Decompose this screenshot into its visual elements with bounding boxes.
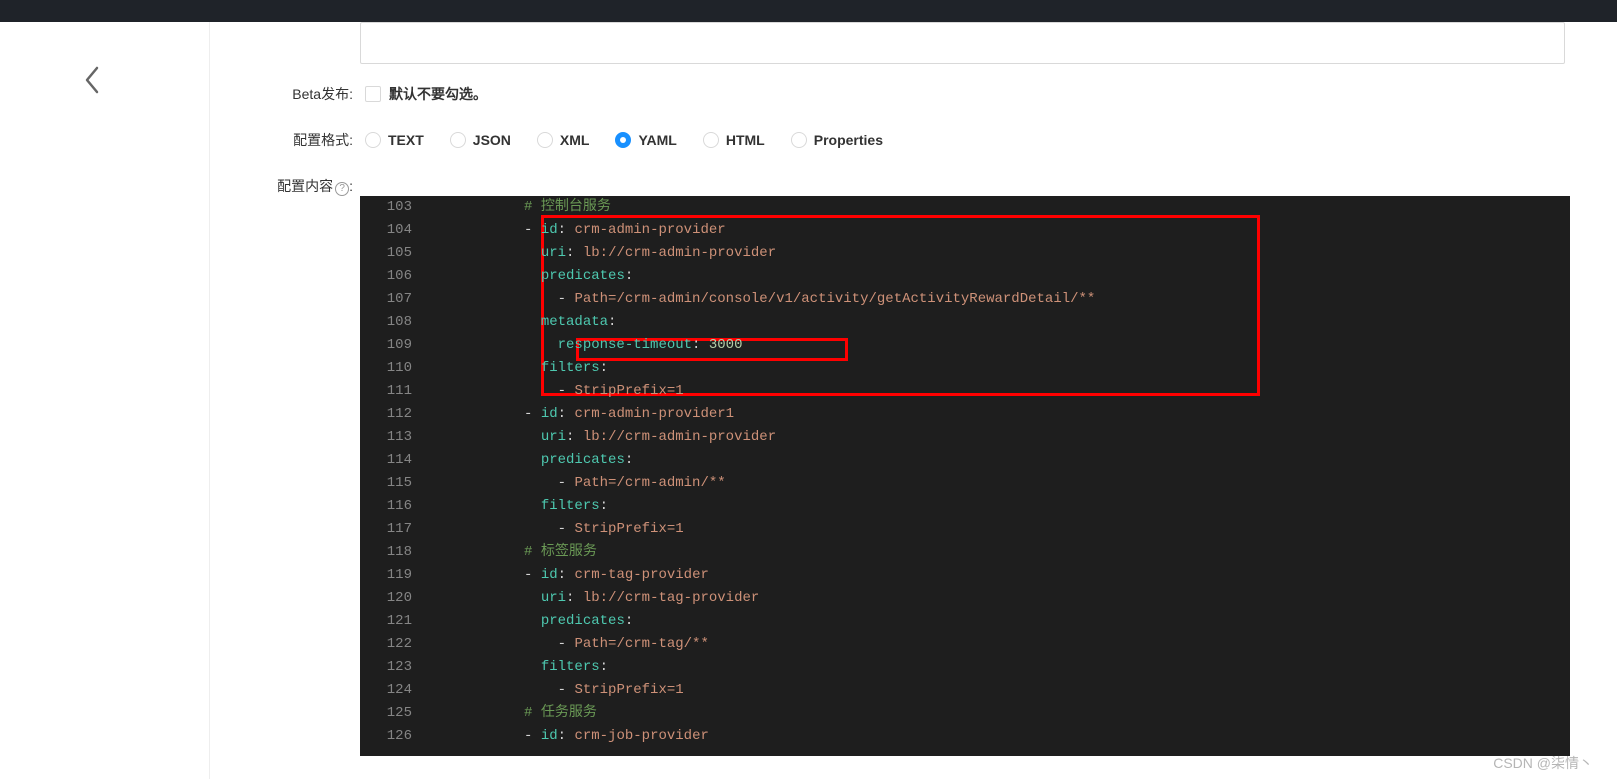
code-line[interactable]: metadata: [440,311,616,334]
code-line[interactable]: predicates: [440,265,633,288]
line-number: 126 [360,725,412,748]
description-input[interactable] [360,22,1565,64]
chevron-left-icon [82,64,102,96]
code-line[interactable]: # 标签服务 [440,541,597,564]
line-number: 119 [360,564,412,587]
code-line[interactable]: - Path=/crm-tag/** [440,633,709,656]
line-number: 115 [360,472,412,495]
line-number: 118 [360,541,412,564]
code-line[interactable]: - StripPrefix=1 [440,380,684,403]
code-line[interactable]: predicates: [440,610,633,633]
beta-publish-checkbox[interactable] [365,86,381,102]
code-line[interactable]: - id: crm-tag-provider [440,564,709,587]
line-number: 104 [360,219,412,242]
code-line[interactable]: - StripPrefix=1 [440,679,684,702]
code-editor[interactable]: 1031041051061071081091101111121131141151… [360,196,1570,756]
code-line[interactable]: uri: lb://crm-tag-provider [440,587,759,610]
config-content-label: 配置内容?: [255,176,353,196]
code-line[interactable]: - id: crm-job-provider [440,725,709,748]
line-number: 124 [360,679,412,702]
radio-icon [703,132,719,148]
config-format-row: 配置格式: TEXT JSON XML YAML HTML Properties [255,130,1565,150]
radio-icon [791,132,807,148]
line-number: 111 [360,380,412,403]
config-content-row: 配置内容?: [255,176,1565,196]
code-line[interactable]: uri: lb://crm-admin-provider [440,242,776,265]
line-number: 122 [360,633,412,656]
format-xml[interactable]: XML [537,132,590,148]
code-line[interactable]: filters: [440,656,608,679]
format-radio-group: TEXT JSON XML YAML HTML Properties [365,132,883,148]
code-line[interactable]: response-timeout: 3000 [440,334,742,357]
format-yaml[interactable]: YAML [615,132,676,148]
watermark: CSDN @柒情丶 [1493,753,1593,773]
line-number: 103 [360,196,412,219]
radio-icon [615,132,631,148]
line-number: 107 [360,288,412,311]
format-properties[interactable]: Properties [791,132,883,148]
code-line[interactable]: - id: crm-admin-provider [440,219,726,242]
line-number: 105 [360,242,412,265]
top-bar [0,0,1617,22]
radio-icon [365,132,381,148]
back-button[interactable] [82,64,102,99]
line-number: 114 [360,449,412,472]
main-content: Beta发布: 默认不要勾选。 配置格式: TEXT JSON XML YAML… [210,22,1617,779]
help-icon[interactable]: ? [335,182,349,196]
radio-icon [450,132,466,148]
format-html[interactable]: HTML [703,132,765,148]
left-sidebar [0,22,210,779]
line-number: 116 [360,495,412,518]
code-line[interactable]: uri: lb://crm-admin-provider [440,426,776,449]
line-number: 108 [360,311,412,334]
code-area[interactable]: # 控制台服务 - id: crm-admin-provider uri: lb… [440,196,1570,756]
beta-publish-hint: 默认不要勾选。 [389,84,487,104]
code-line[interactable]: filters: [440,495,608,518]
code-line[interactable]: predicates: [440,449,633,472]
format-text[interactable]: TEXT [365,132,424,148]
radio-icon [537,132,553,148]
code-line[interactable]: filters: [440,357,608,380]
code-line[interactable]: - StripPrefix=1 [440,518,684,541]
line-number-gutter: 1031041051061071081091101111121131141151… [360,196,422,756]
code-line[interactable]: # 控制台服务 [440,196,611,219]
beta-publish-row: Beta发布: 默认不要勾选。 [255,84,1565,104]
line-number: 110 [360,357,412,380]
code-line[interactable]: - Path=/crm-admin/** [440,472,726,495]
beta-publish-label: Beta发布: [255,84,353,104]
line-number: 109 [360,334,412,357]
line-number: 121 [360,610,412,633]
code-line[interactable]: - id: crm-admin-provider1 [440,403,734,426]
config-format-label: 配置格式: [255,130,353,150]
line-number: 113 [360,426,412,449]
code-line[interactable]: # 任务服务 [440,702,597,725]
line-number: 120 [360,587,412,610]
line-number: 106 [360,265,412,288]
line-number: 125 [360,702,412,725]
line-number: 117 [360,518,412,541]
code-line[interactable]: - Path=/crm-admin/console/v1/activity/ge… [440,288,1095,311]
line-number: 123 [360,656,412,679]
fold-bar [422,196,440,756]
line-number: 112 [360,403,412,426]
format-json[interactable]: JSON [450,132,511,148]
